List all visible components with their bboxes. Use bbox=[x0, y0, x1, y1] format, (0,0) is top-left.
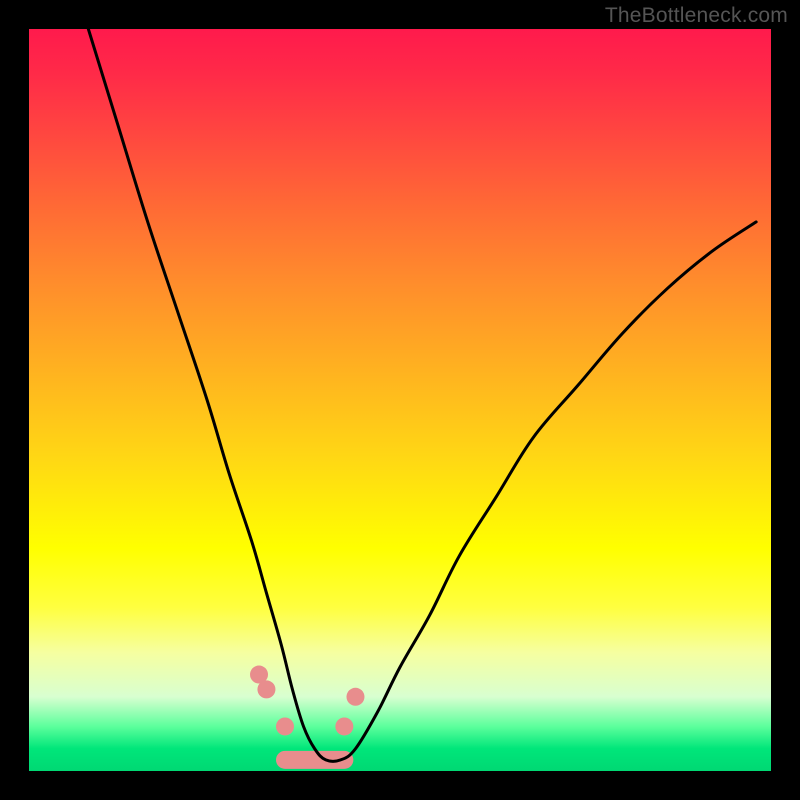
highlight-dots bbox=[250, 666, 364, 736]
plot-area bbox=[29, 29, 771, 771]
watermark-text: TheBottleneck.com bbox=[605, 4, 788, 28]
chart-frame: TheBottleneck.com bbox=[0, 0, 800, 800]
bottleneck-curve bbox=[88, 29, 756, 761]
curve-layer bbox=[29, 29, 771, 771]
